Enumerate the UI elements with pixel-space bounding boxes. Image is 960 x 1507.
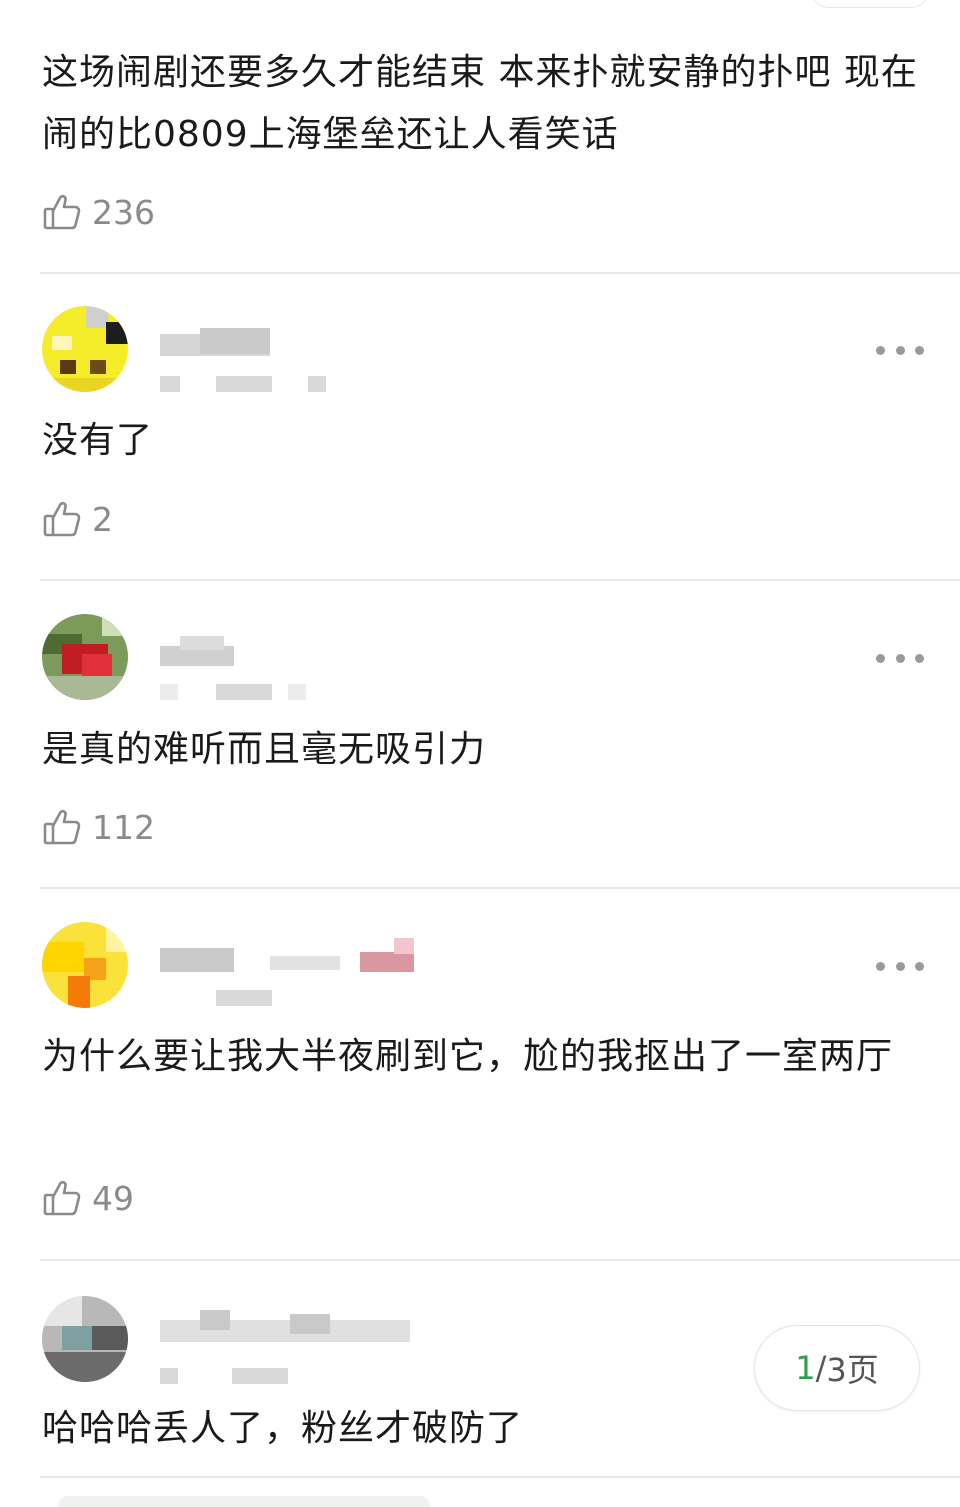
username-blurred[interactable] [160, 1310, 420, 1344]
thumbs-up-icon [43, 194, 81, 230]
thumbs-up-icon [43, 1180, 81, 1216]
top-pill-button[interactable] [810, 0, 930, 8]
like-button[interactable]: 2 [42, 497, 113, 541]
like-count: 2 [92, 499, 113, 539]
comment-meta-blurred [160, 376, 420, 394]
comment-text: 为什么要让我大半夜刷到它，尬的我抠出了一室两厅 [42, 1036, 894, 1077]
divider [40, 1259, 960, 1261]
like-count: 49 [92, 1178, 134, 1218]
like-button[interactable]: 112 [42, 805, 155, 849]
username-blurred[interactable] [160, 938, 420, 972]
page-total: 3页 [826, 1351, 879, 1389]
username-blurred[interactable] [160, 632, 420, 666]
thumbs-up-icon [43, 501, 81, 537]
like-button[interactable]: 49 [42, 1176, 134, 1220]
more-dots-icon [876, 653, 885, 663]
like-count: 236 [92, 192, 155, 232]
comment-list-page: 这场闹剧还要多久才能结束 本来扑就安静的扑吧 现在闹的比0809上海堡垒还让人看… [0, 0, 960, 1507]
avatar[interactable] [42, 1296, 128, 1382]
divider [40, 272, 960, 274]
divider [40, 579, 960, 581]
comment-meta-blurred [160, 990, 420, 1008]
divider [40, 1476, 960, 1478]
more-options-button[interactable] [876, 340, 924, 360]
comment-meta-blurred [160, 684, 420, 702]
avatar[interactable] [42, 306, 128, 392]
username-blurred[interactable] [160, 324, 420, 358]
avatar[interactable] [42, 922, 128, 1008]
like-count: 112 [92, 807, 155, 847]
avatar[interactable] [42, 614, 128, 700]
page-indicator-button[interactable]: 1/3页 [754, 1325, 920, 1411]
more-options-button[interactable] [876, 956, 924, 976]
comment-text: 是真的难听而且毫无吸引力 [42, 729, 487, 770]
like-button[interactable]: 236 [42, 190, 155, 234]
comment-text: 没有了 [42, 420, 154, 461]
more-dots-icon [876, 961, 885, 971]
comment-meta-blurred [160, 1368, 420, 1386]
more-options-button[interactable] [876, 648, 924, 668]
page-current: 1 [795, 1349, 816, 1387]
page-separator: / [815, 1349, 827, 1387]
thumbs-up-icon [43, 809, 81, 845]
bottom-bar [58, 1496, 430, 1507]
divider [40, 887, 960, 889]
more-dots-icon [876, 345, 885, 355]
comment-text: 这场闹剧还要多久才能结束 本来扑就安静的扑吧 现在闹的比0809上海堡垒还让人看… [42, 52, 918, 155]
